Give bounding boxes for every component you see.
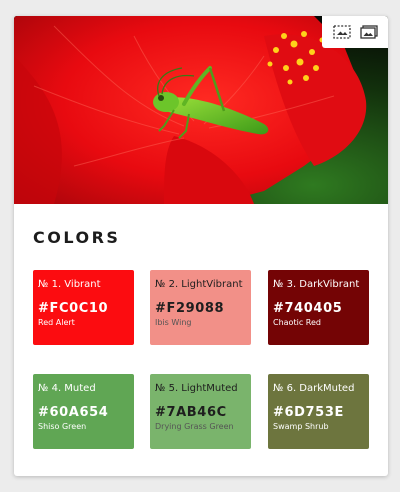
colors-heading: COLORS	[33, 228, 121, 247]
swatch-muted[interactable]: № 4. Muted #60A654 Shiso Green	[33, 374, 134, 449]
swatch-name: Ibis Wing	[155, 318, 192, 327]
swatch-hex: #FC0C10	[38, 301, 109, 316]
swatch-light-vibrant[interactable]: № 2. LightVibrant #F29088 Ibis Wing	[150, 270, 251, 345]
swatch-label: № 1. Vibrant	[38, 279, 101, 290]
swatch-hex: #7AB46C	[155, 405, 227, 420]
swatch-label: № 3. DarkVibrant	[273, 279, 360, 290]
swatch-name: Shiso Green	[38, 422, 87, 431]
swatch-label: № 4. Muted	[38, 383, 96, 394]
swatch-vibrant[interactable]: № 1. Vibrant #FC0C10 Red Alert	[33, 270, 134, 345]
swatch-label: № 5. LightMuted	[155, 383, 238, 394]
image-toolbar	[322, 16, 388, 48]
swatch-hex: #F29088	[155, 301, 225, 316]
swatch-hex: #60A654	[38, 405, 109, 420]
swatch-label: № 6. DarkMuted	[273, 383, 355, 394]
swatch-name: Chaotic Red	[273, 318, 321, 327]
swatch-hex: #740405	[273, 301, 343, 316]
swatch-label: № 2. LightVibrant	[155, 279, 243, 290]
swatch-name: Red Alert	[38, 318, 75, 327]
swatch-light-muted[interactable]: № 5. LightMuted #7AB46C Drying Grass Gre…	[150, 374, 251, 449]
swatch-name: Swamp Shrub	[273, 422, 329, 431]
swatch-name: Drying Grass Green	[155, 422, 234, 431]
image-icon[interactable]	[358, 22, 380, 42]
palette-card: COLORS № 1. Vibrant #FC0C10 Red Alert № …	[14, 16, 388, 476]
swatch-dark-vibrant[interactable]: № 3. DarkVibrant #740405 Chaotic Red	[268, 270, 369, 345]
swatch-hex: #6D753E	[273, 405, 344, 420]
hero-photo	[14, 16, 388, 204]
dashed-frame-image-icon[interactable]	[331, 22, 353, 42]
swatch-dark-muted[interactable]: № 6. DarkMuted #6D753E Swamp Shrub	[268, 374, 369, 449]
